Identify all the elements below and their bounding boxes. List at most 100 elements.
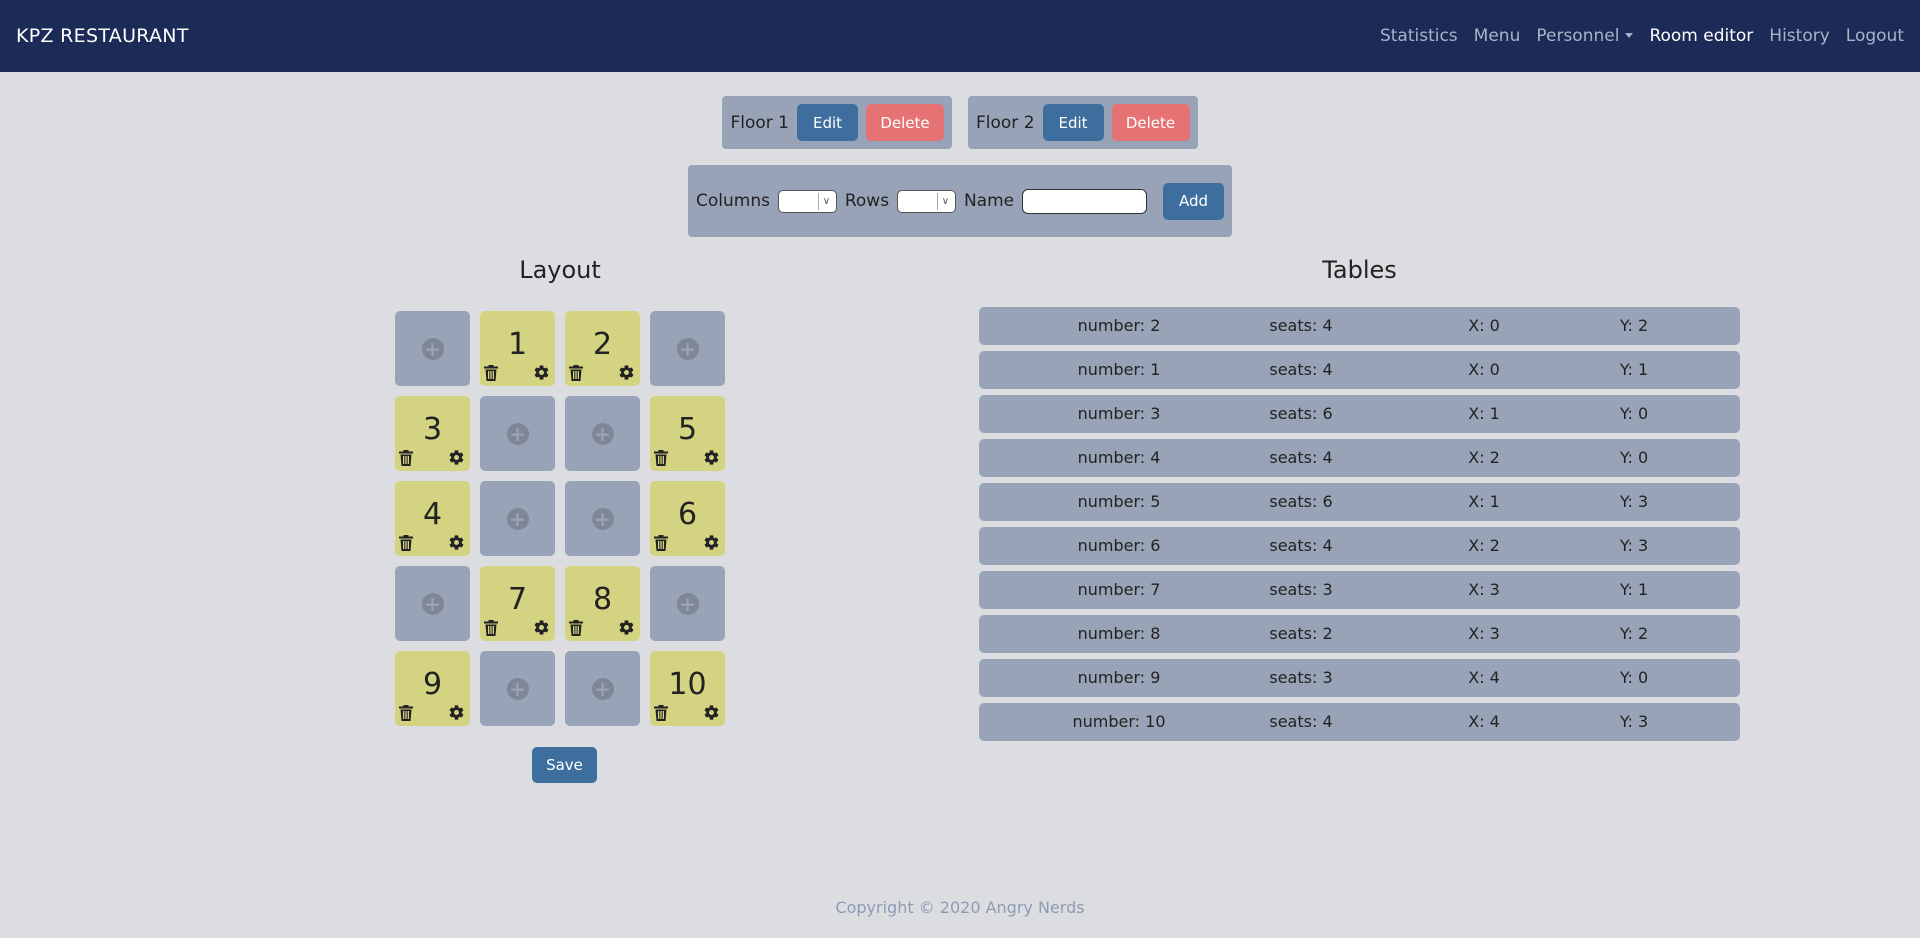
table-row: number: 7 seats: 3 X: 3 Y: 1 (979, 571, 1740, 609)
empty-cell: + (565, 481, 640, 556)
empty-cell: + (480, 651, 555, 726)
floor-name-input[interactable] (1022, 188, 1148, 214)
table-number: 2 (592, 327, 613, 362)
gear-icon[interactable] (618, 364, 635, 381)
table-number: 6 (677, 497, 698, 532)
add-table-icon[interactable]: + (421, 592, 444, 615)
name-label: Name (963, 191, 1015, 211)
table-cell: 2 (565, 311, 640, 386)
table-x-label: X: 4 (1468, 712, 1500, 731)
empty-cell: + (650, 311, 725, 386)
edit-floor-button[interactable]: Edit (1042, 104, 1104, 141)
table-number: 1 (507, 327, 528, 362)
table-seats-label: seats: 4 (1269, 316, 1333, 335)
trash-icon[interactable] (654, 705, 668, 721)
trash-icon[interactable] (569, 365, 583, 381)
nav-links: Statistics Menu Personnel Room editor Hi… (1380, 26, 1904, 46)
floor-name[interactable]: Floor 2 (976, 113, 1035, 133)
table-cell: 10 (650, 651, 725, 726)
brand-logo[interactable]: KPZ RESTAURANT (16, 25, 189, 47)
table-seats-label: seats: 4 (1269, 448, 1333, 467)
add-table-icon[interactable]: + (591, 422, 614, 445)
empty-cell: + (395, 566, 470, 641)
add-floor-button[interactable]: Add (1163, 182, 1224, 220)
table-row: number: 10 seats: 4 X: 4 Y: 3 (979, 703, 1740, 741)
add-table-icon[interactable]: + (506, 677, 529, 700)
table-row: number: 6 seats: 4 X: 2 Y: 3 (979, 527, 1740, 565)
save-button[interactable]: Save (532, 747, 597, 783)
chevron-down-icon: ∨ (936, 192, 953, 210)
table-number: 5 (677, 412, 698, 447)
nav-history[interactable]: History (1769, 26, 1829, 46)
tables-heading: Tables (1322, 256, 1397, 284)
table-seats-label: seats: 4 (1269, 536, 1333, 555)
columns-select[interactable]: ∨ (777, 189, 837, 213)
empty-cell: + (650, 566, 725, 641)
gear-icon[interactable] (703, 534, 720, 551)
gear-icon[interactable] (448, 449, 465, 466)
table-x-label: X: 1 (1468, 404, 1500, 423)
gear-icon[interactable] (703, 704, 720, 721)
footer-copyright: Copyright © 2020 Angry Nerds (835, 898, 1085, 917)
table-seats-label: seats: 2 (1269, 624, 1333, 643)
gear-icon[interactable] (703, 449, 720, 466)
rows-label: Rows (844, 191, 890, 211)
nav-personnel-label: Personnel (1536, 26, 1620, 46)
table-cell: 5 (650, 396, 725, 471)
table-seats-label: seats: 4 (1269, 360, 1333, 379)
add-table-icon[interactable]: + (506, 422, 529, 445)
table-row: number: 4 seats: 4 X: 2 Y: 0 (979, 439, 1740, 477)
nav-personnel-dropdown[interactable]: Personnel (1536, 26, 1634, 46)
gear-icon[interactable] (533, 364, 550, 381)
table-x-label: X: 2 (1468, 448, 1500, 467)
table-number-label: number: 4 (1077, 448, 1161, 467)
trash-icon[interactable] (484, 620, 498, 636)
table-cell: 8 (565, 566, 640, 641)
table-row: number: 9 seats: 3 X: 4 Y: 0 (979, 659, 1740, 697)
add-table-icon[interactable]: + (421, 337, 444, 360)
table-cell: 6 (650, 481, 725, 556)
table-number: 10 (668, 667, 707, 702)
layout-grid: +1 2 +3 + +5 4 + +6 +7 8 +9 + +10 (395, 311, 725, 726)
add-table-icon[interactable]: + (506, 507, 529, 530)
trash-icon[interactable] (399, 705, 413, 721)
delete-floor-button[interactable]: Delete (1111, 104, 1190, 141)
layout-heading: Layout (519, 256, 601, 284)
table-number-label: number: 9 (1077, 668, 1161, 687)
trash-icon[interactable] (569, 620, 583, 636)
table-y-label: Y: 0 (1619, 448, 1649, 467)
gear-icon[interactable] (533, 619, 550, 636)
gear-icon[interactable] (448, 704, 465, 721)
trash-icon[interactable] (654, 450, 668, 466)
table-cell: 4 (395, 481, 470, 556)
gear-icon[interactable] (618, 619, 635, 636)
table-x-label: X: 2 (1468, 536, 1500, 555)
table-cell: 7 (480, 566, 555, 641)
add-table-icon[interactable]: + (591, 677, 614, 700)
empty-cell: + (565, 396, 640, 471)
rows-select[interactable]: ∨ (897, 189, 956, 213)
trash-icon[interactable] (399, 535, 413, 551)
nav-logout[interactable]: Logout (1846, 26, 1904, 46)
table-cell: 9 (395, 651, 470, 726)
table-number-label: number: 7 (1077, 580, 1161, 599)
nav-statistics[interactable]: Statistics (1380, 26, 1458, 46)
table-seats-label: seats: 4 (1269, 712, 1333, 731)
table-y-label: Y: 2 (1619, 624, 1649, 643)
table-x-label: X: 3 (1468, 624, 1500, 643)
table-x-label: X: 0 (1468, 316, 1500, 335)
add-table-icon[interactable]: + (591, 507, 614, 530)
nav-room-editor[interactable]: Room editor (1649, 26, 1753, 46)
floor-name[interactable]: Floor 1 (730, 113, 789, 133)
chevron-down-icon: ∨ (817, 192, 834, 210)
trash-icon[interactable] (484, 365, 498, 381)
add-table-icon[interactable]: + (676, 337, 699, 360)
table-row: number: 3 seats: 6 X: 1 Y: 0 (979, 395, 1740, 433)
nav-menu[interactable]: Menu (1474, 26, 1521, 46)
trash-icon[interactable] (399, 450, 413, 466)
trash-icon[interactable] (654, 535, 668, 551)
edit-floor-button[interactable]: Edit (797, 104, 858, 141)
gear-icon[interactable] (448, 534, 465, 551)
add-table-icon[interactable]: + (676, 592, 699, 615)
delete-floor-button[interactable]: Delete (866, 104, 944, 141)
